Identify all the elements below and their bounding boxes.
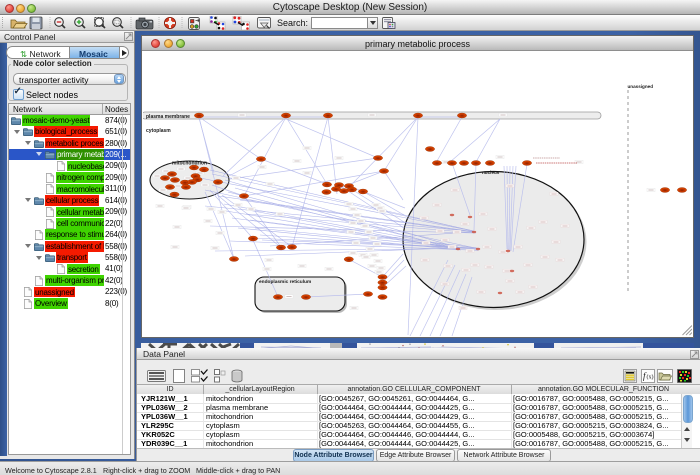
svg-text:(x): (x) [647, 374, 654, 381]
svg-text:endoplasmic reticulum: endoplasmic reticulum [259, 279, 311, 285]
svg-text:unassigned: unassigned [628, 84, 654, 89]
svg-text:cytoplasm: cytoplasm [146, 128, 171, 134]
svg-text:nucleus: nucleus [482, 170, 500, 175]
svg-text:plasma membrane: plasma membrane [146, 114, 190, 120]
svg-text:mitochondrion: mitochondrion [172, 161, 207, 167]
